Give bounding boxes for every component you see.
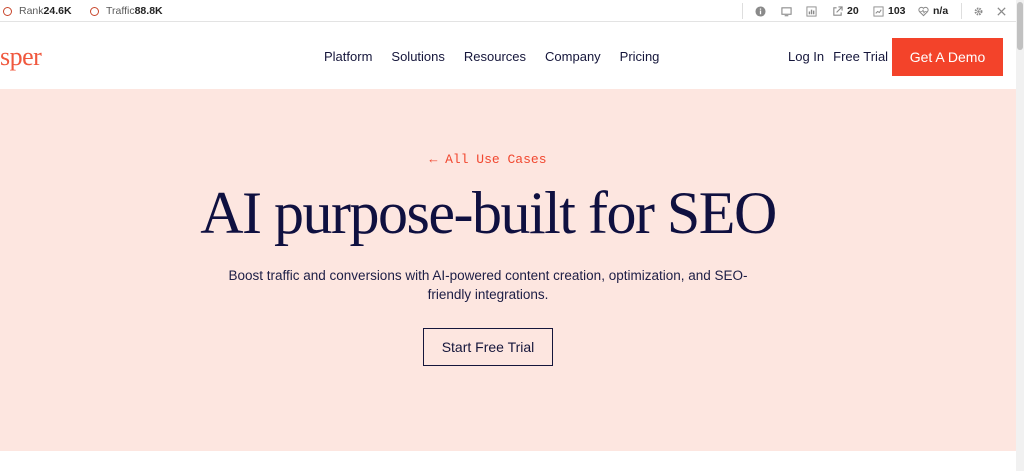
health-value: n/a	[933, 5, 949, 17]
nav-resources[interactable]: Resources	[464, 49, 526, 64]
toolbar-divider	[961, 3, 962, 19]
traffic-label: Traffic	[106, 5, 135, 17]
site-header: sper Platform Solutions Resources Compan…	[0, 23, 1016, 89]
hero-subtitle: Boost traffic and conversions with AI-po…	[208, 266, 768, 304]
main-nav: Platform Solutions Resources Company Pri…	[324, 23, 678, 89]
rank-label: Rank	[19, 5, 44, 17]
backlinks-metric[interactable]: 20	[832, 0, 859, 22]
seo-extension-toolbar: Rank 24.6K Traffic 88.8K 20 103 n/a	[0, 0, 1016, 22]
external-link-icon	[833, 5, 843, 16]
page-below-fold	[0, 451, 1016, 471]
backlinks-value: 20	[847, 5, 859, 17]
nav-company[interactable]: Company	[545, 49, 601, 64]
bar-chart-icon[interactable]	[806, 0, 821, 22]
rank-value: 24.6K	[43, 5, 72, 17]
free-trial-link[interactable]: Free Trial	[833, 49, 888, 64]
login-link[interactable]: Log In	[788, 49, 824, 64]
monitor-icon[interactable]	[781, 0, 796, 22]
traffic-metric[interactable]: Traffic 88.8K	[90, 0, 163, 22]
pages-value: 103	[888, 5, 906, 17]
hero-subtitle-line-2: friendly integrations.	[427, 287, 549, 302]
all-use-cases-link[interactable]: ← All Use Cases	[0, 152, 976, 167]
health-metric[interactable]: n/a	[918, 0, 948, 22]
page-scrollbar[interactable]	[1016, 0, 1024, 471]
chart-box-icon	[873, 5, 884, 17]
nav-pricing[interactable]: Pricing	[620, 49, 660, 64]
toolbar-divider	[742, 3, 743, 19]
rank-metric[interactable]: Rank 24.6K	[3, 0, 72, 22]
close-icon[interactable]	[996, 0, 1011, 22]
hero-title: AI purpose-built for SEO	[200, 180, 777, 246]
start-free-trial-button[interactable]: Start Free Trial	[423, 328, 553, 366]
nav-solutions[interactable]: Solutions	[391, 49, 444, 64]
brand-logo[interactable]: sper	[0, 42, 42, 72]
traffic-ring-icon	[90, 6, 99, 16]
pages-metric[interactable]: 103	[873, 0, 906, 22]
hero-section: ← All Use Cases AI purpose-built for SEO…	[0, 89, 1016, 451]
settings-gear-icon[interactable]	[973, 0, 988, 22]
info-icon[interactable]	[755, 0, 770, 22]
heart-pulse-icon	[918, 6, 929, 16]
nav-platform[interactable]: Platform	[324, 49, 372, 64]
traffic-value: 88.8K	[134, 5, 163, 17]
get-demo-button[interactable]: Get A Demo	[892, 38, 1003, 76]
hero-subtitle-line-1: Boost traffic and conversions with AI-po…	[228, 268, 748, 283]
header-actions: Log In Free Trial	[788, 23, 897, 89]
scrollbar-thumb[interactable]	[1017, 2, 1023, 50]
rank-ring-icon	[3, 6, 12, 16]
